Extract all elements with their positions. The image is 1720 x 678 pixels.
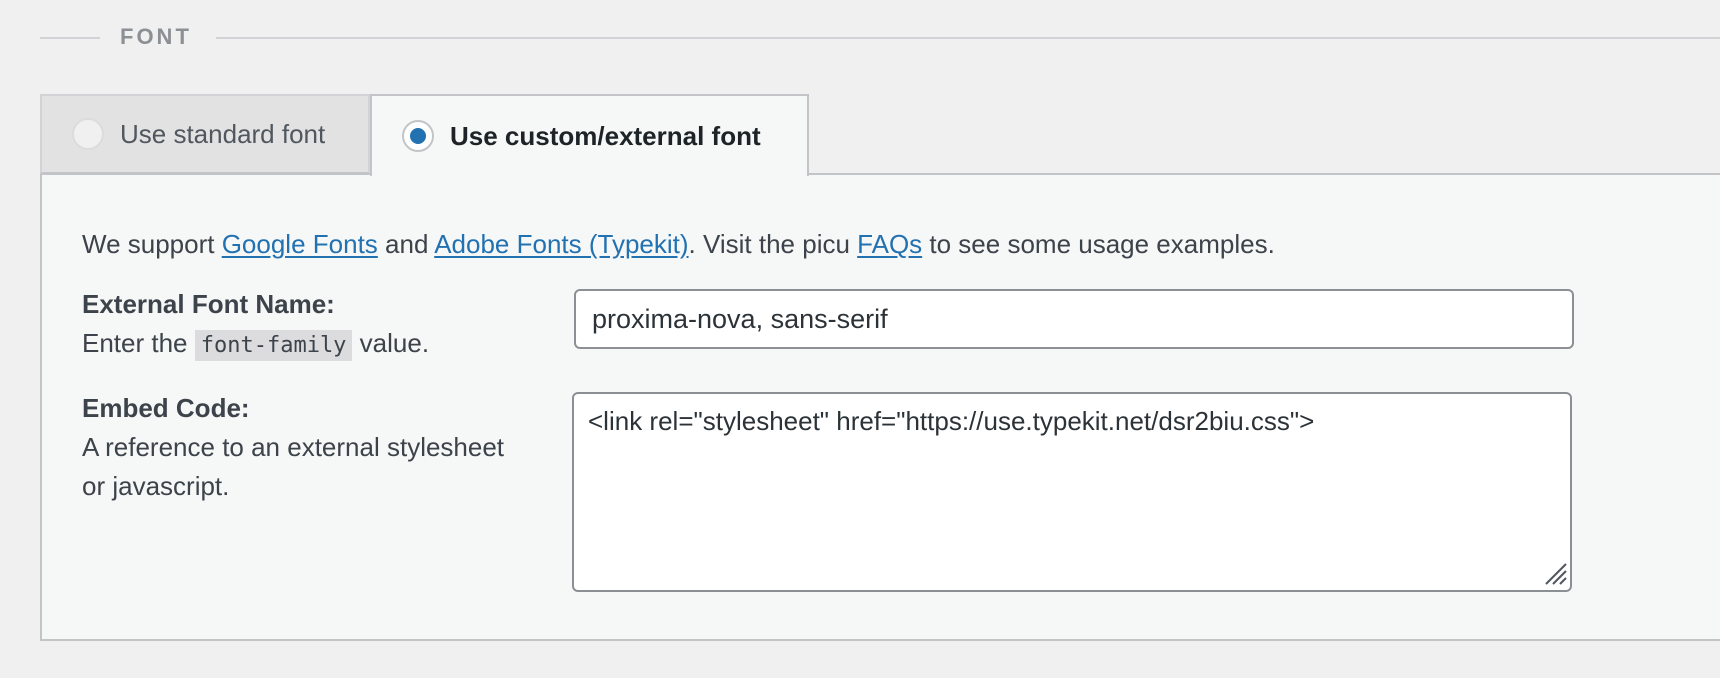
custom-font-panel: We support Google Fonts and Adobe Fonts … bbox=[40, 173, 1720, 641]
intro-text: We support Google Fonts and Adobe Fonts … bbox=[82, 227, 1275, 261]
embed-code-label-group: Embed Code: A reference to an external s… bbox=[82, 389, 504, 506]
font-name-label-group: External Font Name: Enter the font-famil… bbox=[82, 285, 429, 365]
external-font-name-input[interactable] bbox=[574, 289, 1574, 349]
resize-handle-icon[interactable] bbox=[1542, 560, 1568, 586]
radio-dot bbox=[410, 128, 426, 144]
faqs-link[interactable]: FAQs bbox=[857, 229, 922, 259]
embed-code-label: Embed Code: bbox=[82, 393, 250, 423]
font-name-desc-prefix: Enter the bbox=[82, 328, 195, 358]
font-name-label: External Font Name: bbox=[82, 289, 335, 319]
intro-middle: . Visit the picu bbox=[688, 229, 858, 259]
divider-left bbox=[40, 37, 100, 39]
intro-prefix: We support bbox=[82, 229, 222, 259]
adobe-fonts-link[interactable]: Adobe Fonts (Typekit) bbox=[434, 229, 688, 259]
tab-custom-font[interactable]: Use custom/external font bbox=[370, 94, 809, 176]
font-name-description: Enter the font-family value. bbox=[82, 324, 429, 365]
font-name-desc-suffix: value. bbox=[352, 328, 430, 358]
tab-standard-font[interactable]: Use standard font bbox=[40, 94, 370, 174]
section-heading: FONT bbox=[40, 22, 1720, 52]
divider-right bbox=[216, 37, 1720, 39]
embed-code-desc-line1: A reference to an external stylesheet bbox=[82, 432, 505, 462]
font-family-code: font-family bbox=[194, 330, 353, 361]
tab-standard-font-label: Use standard font bbox=[120, 119, 326, 149]
embed-code-textarea[interactable]: <link rel="stylesheet" href="https://use… bbox=[572, 392, 1572, 592]
intro-and: and bbox=[377, 229, 435, 259]
tab-custom-font-label: Use custom/external font bbox=[450, 121, 761, 151]
intro-suffix: to see some usage examples. bbox=[922, 229, 1275, 259]
section-title: FONT bbox=[120, 24, 192, 49]
embed-code-desc-line2: or javascript. bbox=[82, 471, 230, 501]
google-fonts-link[interactable]: Google Fonts bbox=[222, 229, 378, 259]
radio-standard-font-icon[interactable] bbox=[72, 118, 104, 150]
radio-custom-font-icon[interactable] bbox=[402, 120, 434, 152]
